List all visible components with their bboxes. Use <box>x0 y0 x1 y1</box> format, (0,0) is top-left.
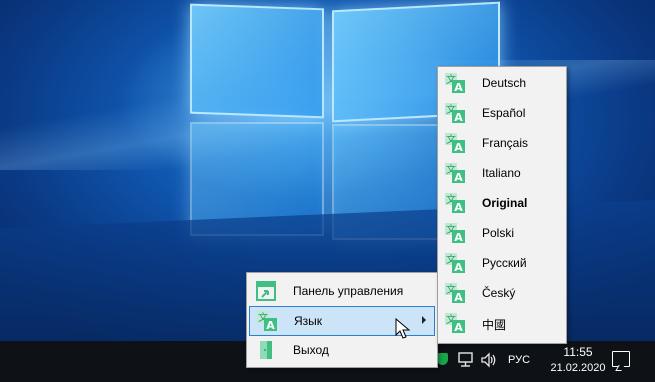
language-item-polski[interactable]: 文A Polski <box>440 219 564 247</box>
speaker-icon[interactable] <box>480 352 498 368</box>
svg-text:A: A <box>454 231 463 244</box>
language-icon: 文A <box>445 193 465 214</box>
svg-text:A: A <box>454 321 463 334</box>
language-label: Français <box>482 136 529 150</box>
language-submenu: 文A Deutsch 文A Español 文A Français 文A Ita… <box>437 66 567 344</box>
clock-time[interactable]: 11:55 <box>550 345 606 359</box>
language-item-chinese[interactable]: 文A 中國 <box>440 309 564 337</box>
svg-text:A: A <box>266 319 275 332</box>
clock-date[interactable]: 21.02.2020 <box>540 362 616 374</box>
window-logo-pane <box>190 3 324 119</box>
input-language-indicator[interactable]: РУС <box>508 354 530 366</box>
language-label: Original <box>482 196 528 210</box>
svg-text:A: A <box>454 171 463 184</box>
language-item-original[interactable]: 文A Original <box>440 189 564 217</box>
svg-text:A: A <box>454 111 463 124</box>
submenu-arrow-icon <box>422 316 426 324</box>
security-shield-icon[interactable] <box>437 353 448 365</box>
language-label: 中國 <box>482 318 507 332</box>
menu-item-exit[interactable]: Выход <box>249 336 435 364</box>
language-label: Русский <box>482 256 527 270</box>
language-item-italiano[interactable]: 文A Italiano <box>440 159 564 187</box>
language-label: Český <box>482 286 516 300</box>
menu-item-control-panel[interactable]: Панель управления <box>249 277 435 305</box>
language-icon: 文A <box>445 253 465 274</box>
control-panel-icon <box>256 281 276 301</box>
language-label: Polski <box>482 226 515 240</box>
mouse-cursor-icon <box>395 318 411 339</box>
language-icon: 文A <box>445 283 465 304</box>
language-icon: 文A <box>445 313 465 334</box>
language-item-deutsch[interactable]: 文A Deutsch <box>440 69 564 97</box>
language-item-espanol[interactable]: 文A Español <box>440 99 564 127</box>
language-label: Deutsch <box>482 76 527 90</box>
svg-text:A: A <box>454 141 463 154</box>
network-icon[interactable] <box>457 352 475 368</box>
menu-item-label: Язык <box>294 314 323 328</box>
svg-text:A: A <box>454 201 463 214</box>
svg-text:A: A <box>454 291 463 304</box>
svg-text:A: A <box>454 81 463 94</box>
language-item-czech[interactable]: 文A Český <box>440 279 564 307</box>
language-icon: 文A <box>445 103 465 124</box>
menu-item-label: Выход <box>293 343 329 357</box>
menu-item-label: Панель управления <box>293 284 404 298</box>
language-icon: 文A <box>445 163 465 184</box>
notification-center-icon[interactable] <box>612 351 630 367</box>
svg-text:A: A <box>454 261 463 274</box>
language-label: Italiano <box>482 166 521 180</box>
language-label: Español <box>482 106 526 120</box>
language-item-francais[interactable]: 文A Français <box>440 129 564 157</box>
language-icon: 文 A <box>257 311 277 332</box>
language-item-russian[interactable]: 文A Русский <box>440 249 564 277</box>
language-icon: 文A <box>445 73 465 94</box>
exit-door-icon <box>260 341 272 359</box>
language-icon: 文A <box>445 133 465 154</box>
language-icon: 文A <box>445 223 465 244</box>
